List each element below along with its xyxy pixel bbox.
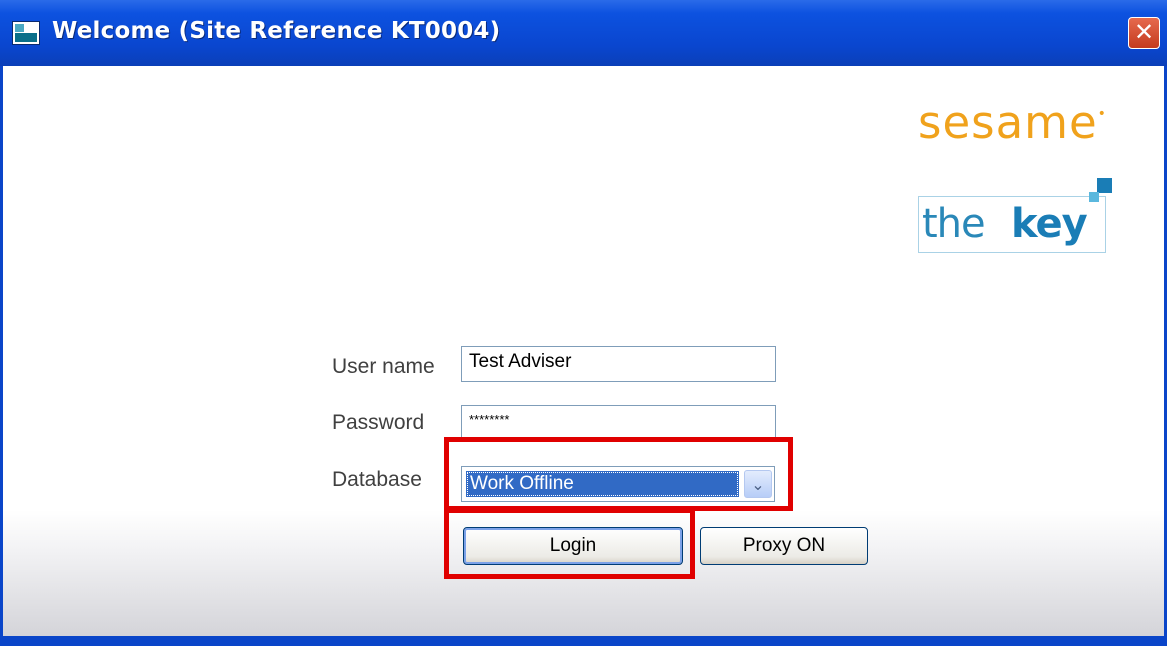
window-title: Welcome (Site Reference KT0004) [52, 18, 501, 44]
the-key-logo: the key [918, 178, 1112, 253]
password-input[interactable]: ******** [461, 405, 776, 441]
title-bar[interactable]: Welcome (Site Reference KT0004) ✕ [0, 0, 1167, 66]
the-key-logo-key: key [1011, 201, 1088, 247]
proxy-button[interactable]: Proxy ON [700, 527, 868, 565]
sesame-logo-mark: • [1097, 106, 1107, 122]
password-label: Password [332, 411, 425, 434]
username-input[interactable]: Test Adviser [461, 346, 776, 382]
sesame-logo-text: sesame [918, 96, 1098, 149]
the-key-logo-the: the [922, 201, 986, 247]
the-key-logo-square-icon [1097, 178, 1112, 193]
sesame-logo: sesame• [918, 96, 1107, 149]
login-highlight-box [444, 508, 695, 579]
database-highlight-box [444, 437, 793, 511]
username-label: User name [332, 355, 435, 378]
window-bottom-border [0, 636, 1167, 646]
close-icon: ✕ [1133, 18, 1155, 46]
close-button[interactable]: ✕ [1128, 17, 1160, 49]
database-label: Database [332, 468, 422, 491]
the-key-logo-small-square-icon [1089, 192, 1099, 202]
app-icon [12, 21, 40, 45]
